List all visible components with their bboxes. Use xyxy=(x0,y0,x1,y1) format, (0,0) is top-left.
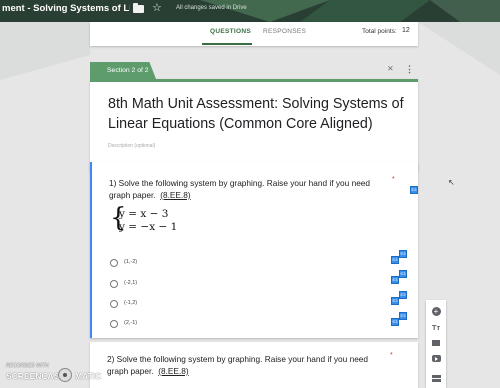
equation-2: y = −x − 1 xyxy=(119,221,178,233)
watermark-brand-left: SCREENCAST xyxy=(6,371,65,381)
equation-1: y = x − 3 xyxy=(119,208,169,220)
watermark-recorded-with: RECORDED WITH xyxy=(6,363,49,369)
question-toolbar: + Tт xyxy=(426,300,446,388)
required-marker: * xyxy=(390,352,393,359)
total-points-label: Total points: xyxy=(362,28,397,35)
star-icon[interactable]: ☆ xyxy=(152,1,162,14)
active-tab-indicator xyxy=(202,43,252,45)
tag-marker[interactable]: E3 xyxy=(399,270,407,278)
question-2-standard[interactable]: (8.EE.8) xyxy=(158,366,188,376)
question-card-1[interactable]: 1) Solve the following system by graphin… xyxy=(90,162,418,338)
question-1-prompt: 1) Solve the following system by graphin… xyxy=(109,178,371,200)
tag-marker[interactable]: E3 xyxy=(410,186,418,194)
add-title-icon[interactable]: Tт xyxy=(430,322,442,334)
tag-marker[interactable]: E3 xyxy=(391,318,399,326)
document-title[interactable]: ment - Solving Systems of Linear E xyxy=(2,3,130,14)
radio-button[interactable] xyxy=(110,259,118,267)
save-status: All changes saved in Drive xyxy=(176,5,247,11)
more-vert-icon[interactable]: ⋮ xyxy=(405,64,414,75)
tag-marker[interactable]: E3 xyxy=(391,297,399,305)
add-video-icon[interactable] xyxy=(430,354,442,366)
question-2-text[interactable]: 2) Solve the following system by graphin… xyxy=(107,353,387,377)
tab-questions[interactable]: QUESTIONS xyxy=(210,28,251,35)
section-title[interactable]: 8th Math Unit Assessment: Solving System… xyxy=(108,94,408,134)
question-1-standard[interactable]: (8.EE.8) xyxy=(160,190,190,200)
tab-bar: QUESTIONS RESPONSES Total points: 12 xyxy=(90,22,418,46)
tag-marker[interactable]: E3 xyxy=(399,312,407,320)
tag-marker[interactable]: E3 xyxy=(391,276,399,284)
tag-marker[interactable]: E3 xyxy=(399,291,407,299)
required-marker: * xyxy=(392,176,395,183)
tab-responses[interactable]: RESPONSES xyxy=(263,28,306,35)
add-section-icon[interactable] xyxy=(430,370,442,382)
question-1-text[interactable]: 1) Solve the following system by graphin… xyxy=(109,177,389,201)
watermark-brand-right: MATIC xyxy=(75,371,102,381)
total-points-value: 12 xyxy=(402,27,410,34)
option-label[interactable]: (-1,2) xyxy=(124,300,137,306)
question-card-2[interactable]: 2) Solve the following system by graphin… xyxy=(90,342,418,388)
folder-icon[interactable] xyxy=(133,3,144,13)
section-indicator: Section 2 of 2 xyxy=(90,62,156,79)
radio-button[interactable] xyxy=(110,280,118,288)
mouse-cursor-icon: ↖ xyxy=(448,178,455,187)
screencast-logo-icon xyxy=(58,368,72,382)
add-image-icon[interactable] xyxy=(430,338,442,350)
option-label[interactable]: (1,-2) xyxy=(124,259,137,265)
section-color-strip xyxy=(90,79,418,82)
option-label[interactable]: (2,-1) xyxy=(124,320,137,326)
option-label[interactable]: (-2,1) xyxy=(124,280,137,286)
section-title-card[interactable]: 8th Math Unit Assessment: Solving System… xyxy=(90,79,418,171)
description-field[interactable]: Description (optional) xyxy=(108,143,155,149)
question-2-prompt: 2) Solve the following system by graphin… xyxy=(107,354,369,376)
tag-marker[interactable]: E3 xyxy=(391,256,399,264)
collapse-icon[interactable]: ⨯ xyxy=(387,64,394,73)
radio-button[interactable] xyxy=(110,320,118,328)
add-question-icon[interactable]: + xyxy=(430,306,442,318)
radio-button[interactable] xyxy=(110,300,118,308)
tag-marker[interactable]: E3 xyxy=(399,250,407,258)
